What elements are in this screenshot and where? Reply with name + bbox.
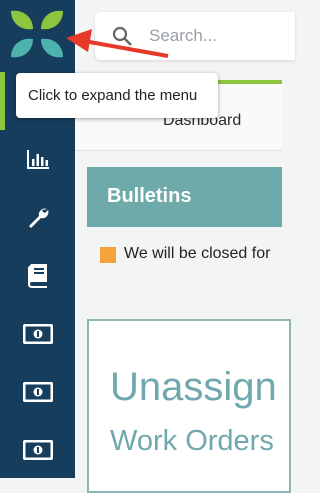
bulletin-item[interactable]: We will be closed for xyxy=(100,245,282,267)
sidebar-item-reports[interactable] xyxy=(0,138,75,182)
card-title: Unassign xyxy=(110,365,277,409)
sidebar-item-billing-1[interactable] xyxy=(0,312,75,356)
money-icon xyxy=(22,440,53,460)
money-icon xyxy=(22,324,53,344)
menu-tooltip: Click to expand the menu xyxy=(16,73,218,118)
search-bar[interactable]: Search... xyxy=(95,12,295,60)
logo-icon xyxy=(11,10,63,58)
unassigned-work-orders-card[interactable]: Unassign Work Orders xyxy=(87,319,291,493)
active-indicator xyxy=(0,72,5,130)
logo-menu-button[interactable] xyxy=(0,0,75,70)
sidebar-item-billing-2[interactable] xyxy=(0,370,75,414)
sidebar-item-docs[interactable] xyxy=(0,254,75,298)
bulletins-title: Bulletins xyxy=(107,185,192,207)
bulletins-header: Bulletins xyxy=(87,167,282,227)
search-input[interactable]: Search... xyxy=(149,26,217,46)
sidebar-item-maintenance[interactable] xyxy=(0,196,75,240)
search-icon xyxy=(112,26,132,46)
wrench-icon xyxy=(28,208,48,228)
bulletin-marker xyxy=(100,247,116,263)
card-subtitle: Work Orders xyxy=(110,425,274,457)
bulletin-text: We will be closed for xyxy=(124,245,271,262)
sidebar xyxy=(0,0,75,478)
sidebar-item-billing-3[interactable] xyxy=(0,428,75,472)
book-icon xyxy=(27,264,47,288)
bar-chart-icon xyxy=(26,150,49,169)
money-icon xyxy=(22,382,53,402)
tooltip-text: Click to expand the menu xyxy=(28,87,198,104)
